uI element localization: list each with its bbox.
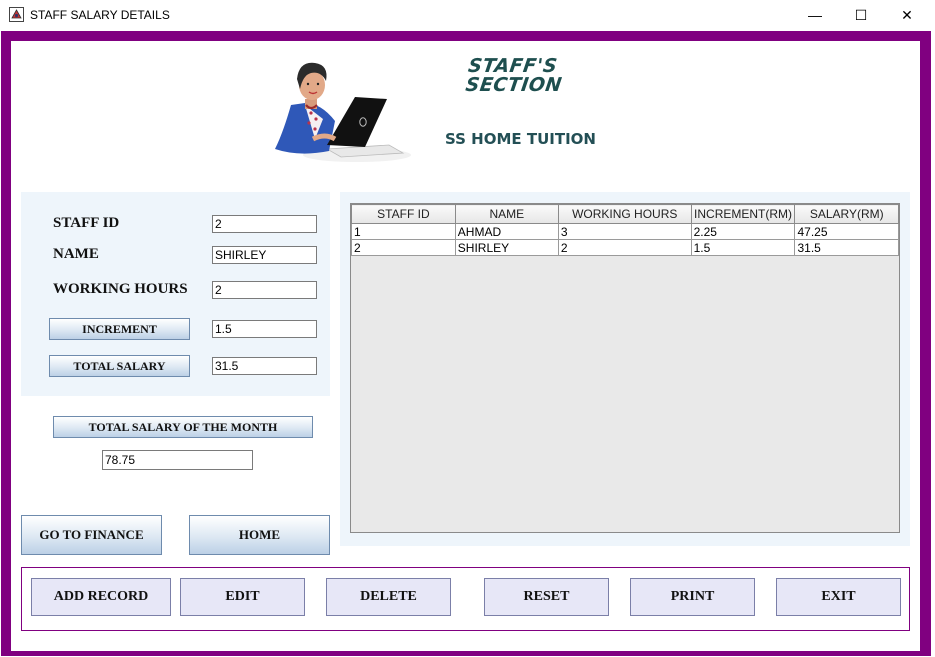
main-content: STAFF'S SECTION SS HOME TUITION STAFF ID… [11, 41, 920, 651]
delete-button[interactable]: DELETE [326, 578, 451, 616]
increment-field[interactable]: 1.5 [212, 320, 317, 338]
month-total-button[interactable]: TOTAL SALARY OF THE MONTH [53, 416, 313, 438]
total-salary-button[interactable]: TOTAL SALARY [49, 355, 190, 377]
brand-subtitle: SS HOME TUITION [445, 130, 596, 148]
increment-button[interactable]: INCREMENT [49, 318, 190, 340]
column-header-staff-id[interactable]: STAFF ID [351, 204, 456, 224]
column-header-increment[interactable]: INCREMENT(RM) [690, 204, 796, 224]
window-title-bar: STAFF SALARY DETAILS — ☐ ✕ [0, 0, 935, 30]
close-button[interactable]: ✕ [884, 0, 930, 30]
home-button[interactable]: HOME [189, 515, 330, 555]
column-header-working-hours[interactable]: WORKING HOURS [557, 204, 692, 224]
staff-id-label: STAFF ID [53, 215, 120, 231]
table-cell[interactable]: 31.5 [794, 239, 899, 256]
column-header-salary[interactable]: SALARY(RM) [794, 204, 899, 224]
java-app-icon [9, 7, 24, 22]
table-header-row: STAFF ID NAME WORKING HOURS INCREMENT(RM… [351, 204, 899, 224]
maximize-button[interactable]: ☐ [838, 0, 884, 30]
table-cell[interactable]: AHMAD [454, 223, 559, 240]
month-total-field[interactable]: 78.75 [102, 450, 253, 470]
table-cell[interactable]: SHIRLEY [454, 239, 559, 256]
reset-button[interactable]: RESET [484, 578, 609, 616]
staff-table[interactable]: STAFF ID NAME WORKING HOURS INCREMENT(RM… [351, 204, 899, 256]
brand-title-line2: SECTION [464, 74, 564, 96]
go-to-finance-button[interactable]: GO TO FINANCE [21, 515, 162, 555]
brand-title: STAFF'S SECTION [464, 55, 579, 96]
staff-id-field[interactable]: 2 [212, 215, 317, 233]
table-cell[interactable]: 2 [351, 239, 456, 256]
minimize-button[interactable]: — [792, 0, 838, 30]
column-header-name[interactable]: NAME [454, 204, 559, 224]
table-cell[interactable]: 3 [557, 223, 692, 240]
staff-table-scrollpane[interactable]: STAFF ID NAME WORKING HOURS INCREMENT(RM… [350, 203, 900, 533]
add-record-button[interactable]: ADD RECORD [31, 578, 171, 616]
staff-laptop-illustration [275, 62, 411, 162]
working-hours-field[interactable]: 2 [212, 281, 317, 299]
print-button[interactable]: PRINT [630, 578, 755, 616]
working-hours-label: WORKING HOURS [53, 281, 188, 297]
name-field[interactable]: SHIRLEY [212, 246, 317, 264]
table-cell[interactable]: 2 [557, 239, 692, 256]
name-label: NAME [53, 246, 99, 262]
table-cell[interactable]: 1 [351, 223, 456, 240]
window-title: STAFF SALARY DETAILS [30, 8, 170, 22]
table-cell[interactable]: 1.5 [690, 239, 796, 256]
total-salary-field[interactable]: 31.5 [212, 357, 317, 375]
edit-button[interactable]: EDIT [180, 578, 305, 616]
table-row[interactable]: 2 SHIRLEY 2 1.5 31.5 [351, 239, 899, 256]
table-cell[interactable]: 2.25 [690, 223, 796, 240]
table-row[interactable]: 1 AHMAD 3 2.25 47.25 [351, 223, 899, 240]
exit-button[interactable]: EXIT [776, 578, 901, 616]
table-cell[interactable]: 47.25 [794, 223, 899, 240]
